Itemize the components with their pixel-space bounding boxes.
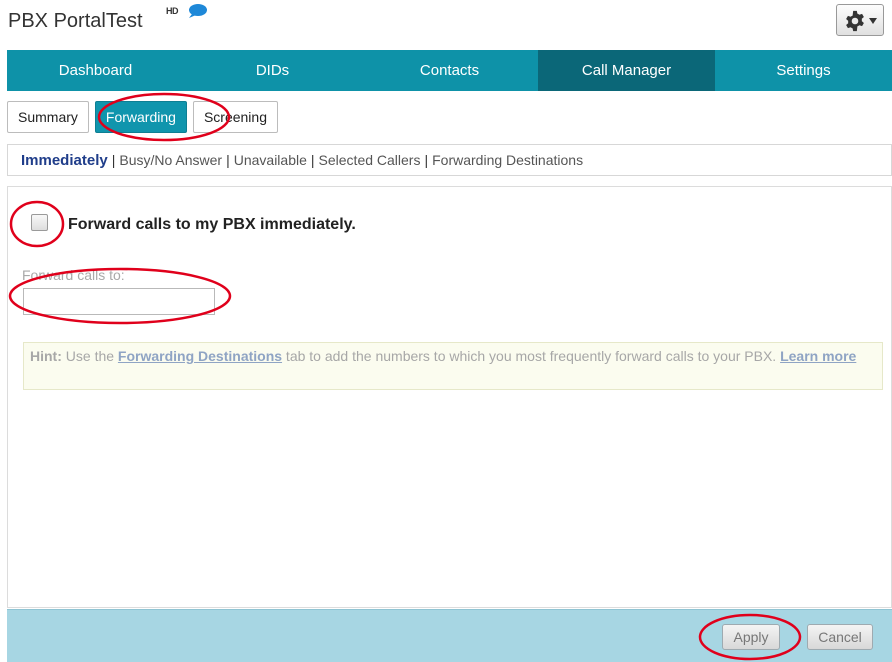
forwarding-destinations-link[interactable]: Forwarding Destinations — [118, 348, 282, 364]
tab-summary[interactable]: Summary — [7, 101, 89, 133]
subnav-separator: | — [424, 152, 429, 168]
subnav-busy-no-answer[interactable]: Busy/No Answer — [119, 152, 222, 168]
forwarding-panel: Forward calls to my PBX immediately. For… — [7, 186, 892, 608]
forwarding-subnav: Immediately | Busy/No Answer | Unavailable | S… — [7, 144, 892, 176]
chevron-down-icon — [869, 18, 877, 24]
footer-bar: Apply Cancel — [7, 609, 892, 662]
forward-immediately-checkbox[interactable] — [31, 214, 48, 231]
hd-badge: HD — [166, 6, 179, 16]
app-header: PBX PortalTest HD — [0, 0, 892, 46]
subnav-immediately[interactable]: Immediately — [21, 152, 108, 169]
hint-text-after: tab to add the numbers to which you most… — [282, 348, 781, 364]
tab-forwarding[interactable]: Forwarding — [94, 101, 187, 133]
hint-prefix: Hint: — [30, 348, 62, 364]
chat-bubble-icon[interactable] — [186, 3, 208, 19]
forward-immediately-label: Forward calls to my PBX immediately. — [68, 216, 356, 233]
subnav-forwarding-destinations[interactable]: Forwarding Destinations — [432, 152, 583, 168]
hint-text-before: Use the — [61, 348, 118, 364]
subnav-separator: | — [226, 152, 230, 168]
learn-more-link[interactable]: Learn more — [780, 348, 856, 364]
nav-contacts[interactable]: Contacts — [361, 50, 538, 91]
hint-box: Hint: Use the Forwarding Destinations ta… — [23, 342, 883, 390]
subnav-unavailable[interactable]: Unavailable — [234, 152, 307, 168]
nav-dashboard[interactable]: Dashboard — [7, 50, 184, 91]
forward-to-label: Forward calls to: — [22, 267, 125, 283]
tab-screening[interactable]: Screening — [192, 101, 278, 133]
forward-to-input[interactable] — [23, 288, 215, 315]
subtabs: Summary Forwarding Screening — [7, 101, 284, 133]
subnav-separator: | — [310, 152, 315, 168]
nav-dids[interactable]: DIDs — [184, 50, 361, 91]
nav-call-manager[interactable]: Call Manager — [538, 50, 715, 91]
subnav-separator: | — [111, 152, 116, 168]
app-title: PBX PortalTest — [8, 10, 143, 32]
main-nav: Dashboard DIDs Contacts Call Manager Set… — [7, 50, 892, 91]
subnav-selected-callers[interactable]: Selected Callers — [319, 152, 421, 168]
apply-button[interactable]: Apply — [722, 624, 780, 650]
settings-menu-button[interactable] — [836, 4, 884, 36]
gear-icon — [846, 10, 864, 32]
cancel-button[interactable]: Cancel — [807, 624, 873, 650]
nav-settings[interactable]: Settings — [715, 50, 892, 91]
